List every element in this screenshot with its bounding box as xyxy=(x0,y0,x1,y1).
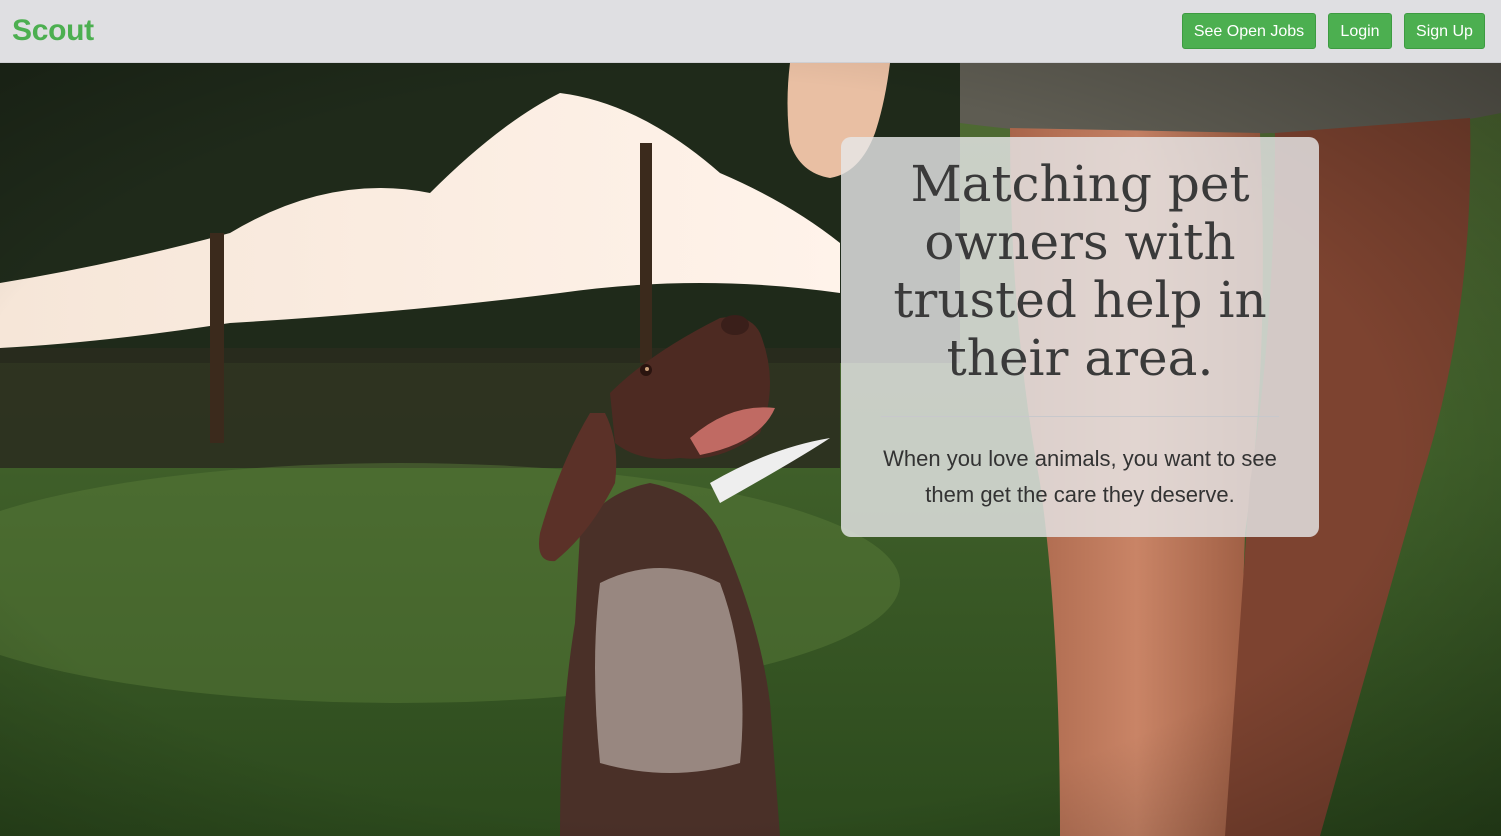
navbar: Scout See Open Jobs Login Sign Up xyxy=(0,0,1501,63)
hero-section: Matching pet owners with trusted help in… xyxy=(0,63,1501,836)
see-open-jobs-button[interactable]: See Open Jobs xyxy=(1182,13,1316,49)
brand-logo[interactable]: Scout xyxy=(12,14,94,48)
hero-subtext: When you love animals, you want to see t… xyxy=(883,446,1277,507)
sign-up-button[interactable]: Sign Up xyxy=(1404,13,1485,49)
login-button[interactable]: Login xyxy=(1328,13,1392,49)
hero-card: Matching pet owners with trusted help in… xyxy=(841,137,1319,537)
hero-headline: Matching pet owners with trusted help in… xyxy=(893,155,1267,387)
card-divider xyxy=(881,416,1279,417)
